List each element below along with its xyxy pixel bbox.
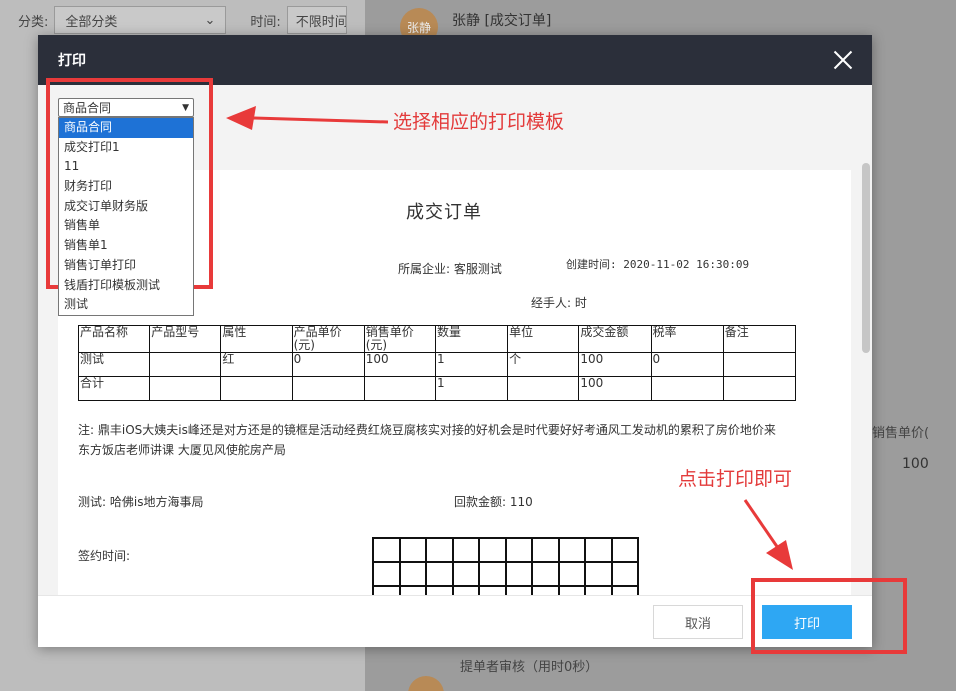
time-label: 时间: (250, 14, 281, 30)
template-option[interactable]: 测试 (59, 295, 193, 315)
dialog-footer: 取消 打印 (38, 595, 872, 647)
company-field: 所属企业: 客服测试 (398, 262, 502, 276)
table-cell (722, 352, 797, 377)
table-header-cell: 数量 (434, 325, 509, 353)
contact-field: 测试: 哈佛is地方海事局 (78, 495, 204, 509)
time-select[interactable]: 不限时间 (286, 6, 347, 34)
table-header-cell: 属性 (220, 325, 293, 353)
template-option[interactable]: 钱盾打印模板测试 (59, 276, 193, 296)
annotation-select-hint: 选择相应的打印模板 (393, 111, 565, 133)
template-option[interactable]: 11 (59, 157, 193, 177)
scrollbar[interactable] (858, 85, 872, 595)
table-row: 测试 红 0 100 1 个 100 0 (77, 352, 797, 377)
table-header-cell: 单位 (507, 325, 580, 353)
table-cell (149, 352, 222, 377)
table-cell (650, 376, 724, 401)
repayment-field: 回款金额: 110 (454, 495, 533, 509)
order-table: 产品名称 产品型号 属性 产品单价(元) 销售单价(元) 数量 单位 成交金额 … (77, 325, 797, 401)
template-option[interactable]: 成交订单财务版 (59, 197, 193, 217)
column-header: 销售单价( (872, 426, 930, 441)
time-value: 不限时间 (295, 14, 347, 30)
table-header-cell: 备注 (722, 325, 797, 353)
table-total-row: 合计 1 100 (77, 376, 797, 401)
table-cell: 合计 (77, 376, 151, 401)
table-cell: 1 (434, 376, 509, 401)
table-header-row: 产品名称 产品型号 属性 产品单价(元) 销售单价(元) 数量 单位 成交金额 … (77, 325, 797, 353)
audit-step: 提单者审核（用时0秒） (460, 660, 599, 675)
table-header-cell: 产品名称 (77, 325, 151, 353)
signature-grid (372, 537, 639, 595)
template-option[interactable]: 销售单1 (59, 236, 193, 256)
table-header-cell: 产品型号 (149, 325, 222, 353)
table-header-cell: 税率 (650, 325, 724, 353)
template-option[interactable]: 成交打印1 (59, 138, 193, 158)
template-option[interactable]: 销售单 (59, 216, 193, 236)
table-cell (722, 376, 797, 401)
table-cell: 100 (578, 352, 652, 377)
table-cell (291, 376, 365, 401)
table-header-cell: 成交金额 (578, 325, 652, 353)
table-cell (363, 376, 436, 401)
table-header-cell: 销售单价(元) (363, 325, 436, 353)
table-cell: 1 (434, 352, 509, 377)
sign-time-field: 签约时间: (78, 549, 131, 563)
table-cell (220, 376, 293, 401)
category-label: 分类: (18, 14, 49, 30)
handler-field: 经手人: 时 (531, 296, 587, 310)
template-option[interactable]: 商品合同 (59, 118, 193, 138)
document-note: 注: 鼎丰iOS大姨夫is峰还是对方还是的镜框是活动经费红烧豆腐核实对接的好机会… (78, 423, 776, 457)
chevron-down-icon: ⌄ (204, 12, 216, 28)
table-cell: 0 (291, 352, 365, 377)
annotation-print-hint: 点击打印即可 (678, 468, 793, 490)
document-title: 成交订单 (406, 202, 482, 223)
category-value: 全部分类 (65, 14, 118, 30)
category-select[interactable]: 全部分类 ⌄ (54, 6, 227, 34)
created-time-field: 创建时间: 2020-11-02 16:30:09 (566, 258, 750, 271)
table-cell (507, 376, 580, 401)
template-dropdown-list: 商品合同 成交打印1 11 财务打印 成交订单财务版 销售单 销售单1 销售订单… (58, 117, 194, 316)
table-cell: 100 (578, 376, 652, 401)
cancel-button[interactable]: 取消 (653, 605, 743, 639)
template-option[interactable]: 财务打印 (59, 177, 193, 197)
table-cell: 0 (650, 352, 724, 377)
table-cell: 100 (363, 352, 436, 377)
table-cell (149, 376, 222, 401)
table-cell: 个 (507, 352, 580, 377)
table-header-cell: 产品单价(元) (291, 325, 365, 353)
template-option[interactable]: 销售订单打印 (59, 256, 193, 276)
table-cell: 红 (220, 352, 293, 377)
dialog-body: 成交订单 所属企业: 客服测试 创建时间: 2020-11-02 16:30:0… (38, 85, 872, 595)
column-value: 100 (902, 456, 929, 472)
close-icon[interactable] (832, 49, 854, 71)
annotation-box-print (751, 578, 907, 654)
dialog-title: 打印 (58, 53, 86, 69)
table-cell: 测试 (77, 352, 151, 377)
filter-bar: 分类: 全部分类 ⌄ 时间: 不限时间 (0, 0, 365, 40)
scrollbar-thumb[interactable] (862, 163, 870, 353)
record-title: 张静 [成交订单] (452, 13, 552, 29)
